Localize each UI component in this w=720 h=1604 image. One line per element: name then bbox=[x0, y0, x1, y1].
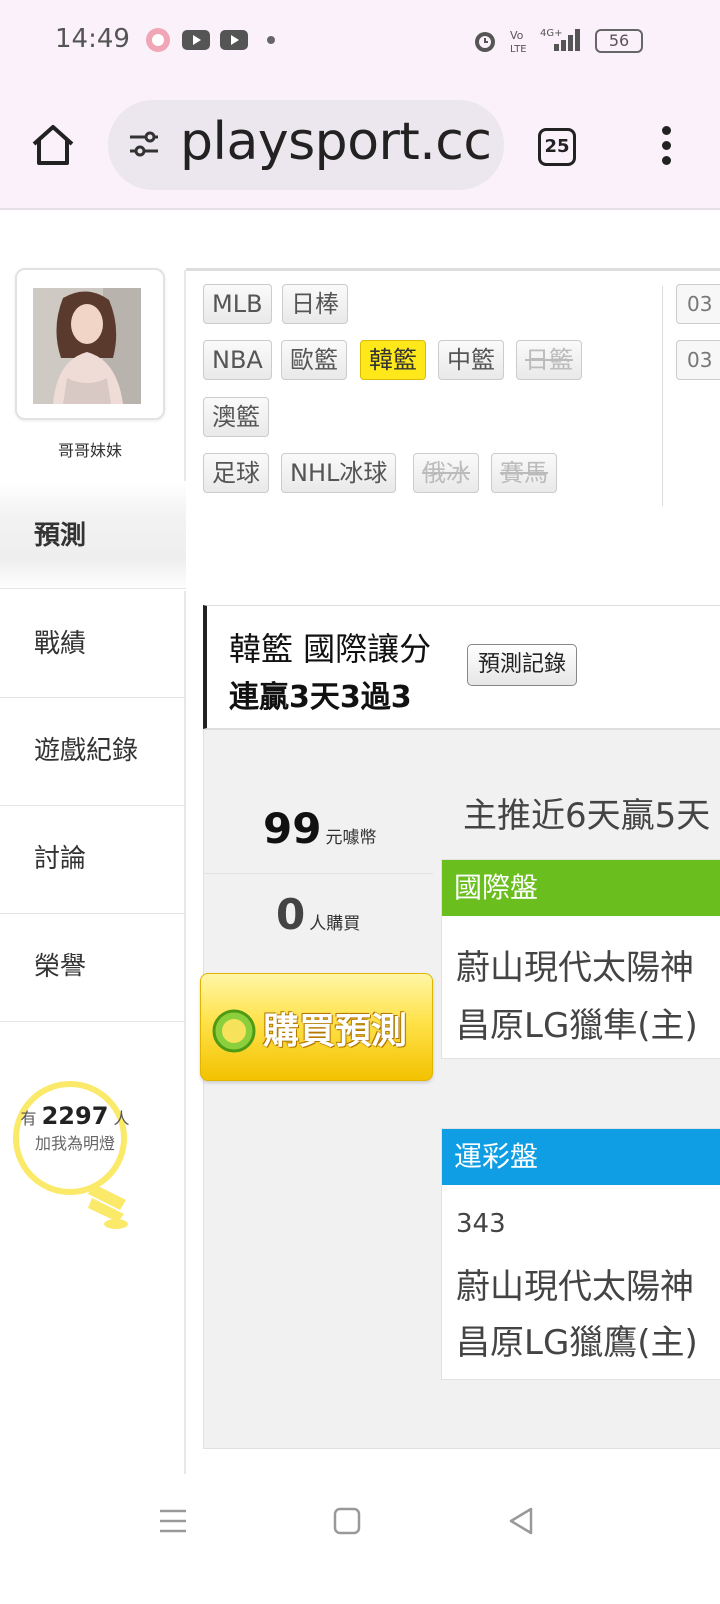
tab-npb[interactable]: 日棒 bbox=[282, 284, 348, 324]
avatar[interactable] bbox=[15, 268, 165, 420]
card-header: 運彩盤 bbox=[442, 1129, 720, 1185]
team-home: 昌原LG獵鷹(主) bbox=[456, 1323, 698, 1363]
tab-soccer[interactable]: 足球 bbox=[203, 453, 269, 493]
tab-switcher-button[interactable]: 25 bbox=[538, 128, 576, 166]
tabs-divider bbox=[662, 286, 663, 506]
date-button[interactable]: 03 bbox=[676, 284, 720, 324]
alarm-icon bbox=[475, 32, 495, 52]
fans-label[interactable]: 加我為明燈 bbox=[20, 1130, 130, 1154]
tab-nhl[interactable]: NHL冰球 bbox=[281, 453, 397, 493]
tab-japan-basketball: 日籃 bbox=[516, 340, 582, 380]
back-icon[interactable] bbox=[506, 1506, 536, 1536]
volte-icon: Vo LTE bbox=[510, 29, 527, 54]
avatar-photo bbox=[33, 288, 141, 404]
sidebar-item-game-log[interactable]: 遊戲紀錄 bbox=[0, 696, 186, 806]
profile-name: 哥哥妹妹 bbox=[57, 441, 122, 460]
team-away: 蔚山現代太陽神 bbox=[456, 948, 694, 988]
site-settings-icon[interactable] bbox=[126, 126, 162, 162]
team-home: 昌原LG獵隼(主) bbox=[456, 1006, 698, 1046]
browser-menu-icon[interactable] bbox=[660, 126, 672, 168]
battery-icon: 56 bbox=[595, 29, 643, 53]
tab-mlb[interactable]: MLB bbox=[203, 284, 272, 324]
tab-horse-racing: 賽馬 bbox=[491, 453, 557, 493]
tab-korea-basketball[interactable]: 韓籃 bbox=[360, 340, 426, 380]
buy-prediction-button[interactable]: 購買預測 bbox=[200, 973, 433, 1081]
coin-icon bbox=[212, 1009, 256, 1053]
app-notification-icon bbox=[146, 28, 170, 52]
game-number: 343 bbox=[456, 1209, 506, 1239]
youtube-icon-2 bbox=[220, 30, 248, 50]
url-bar[interactable]: playsport.cc bbox=[108, 100, 504, 190]
sidebar-item-predictions[interactable]: 預測 bbox=[0, 481, 186, 591]
home-icon[interactable] bbox=[30, 122, 76, 168]
divider bbox=[203, 873, 433, 874]
intl-odds-card[interactable]: 國際盤 蔚山現代太陽神 昌原LG獵隼(主) bbox=[441, 859, 720, 1059]
sidebar-item-record[interactable]: 戰績 bbox=[0, 588, 186, 698]
svg-text:4G+: 4G+ bbox=[540, 28, 563, 39]
prediction-streak-summary: 連贏3天3過3 bbox=[229, 680, 412, 715]
tab-china-basketball[interactable]: 中籃 bbox=[438, 340, 504, 380]
svg-text:LTE: LTE bbox=[510, 44, 527, 54]
signal-icon: 4G+ bbox=[540, 28, 580, 51]
more-notifications-icon bbox=[267, 36, 275, 44]
prediction-header: 韓籃 國際讓分 連贏3天3過3 預測記錄 bbox=[203, 605, 720, 729]
buy-prediction-label: 購買預測 bbox=[263, 1011, 408, 1052]
recent-apps-icon[interactable] bbox=[158, 1506, 188, 1536]
tab-aus-basketball[interactable]: 澳籃 bbox=[203, 397, 269, 437]
prediction-title: 韓籃 國際讓分 bbox=[229, 630, 432, 668]
browser-chrome: 14:49 Vo LTE 4G+ 56 playsport.cc 25 bbox=[0, 0, 720, 210]
date-button[interactable]: 03 bbox=[676, 340, 720, 380]
status-time: 14:49 bbox=[55, 24, 130, 54]
streak-text: 主推近6天贏5天 bbox=[463, 796, 711, 836]
card-header: 國際盤 bbox=[442, 860, 720, 916]
buyer-count: 0 人購買 bbox=[276, 890, 361, 939]
sports-lottery-card[interactable]: 運彩盤 343 蔚山現代太陽神 昌原LG獵鷹(主) bbox=[441, 1128, 720, 1380]
team-away: 蔚山現代太陽神 bbox=[456, 1267, 694, 1307]
tab-nba[interactable]: NBA bbox=[203, 340, 272, 380]
tab-russia-hockey: 俄冰 bbox=[413, 453, 479, 493]
prediction-record-button[interactable]: 預測記錄 bbox=[467, 644, 578, 686]
home-nav-icon[interactable] bbox=[332, 1506, 362, 1536]
system-nav-bar bbox=[0, 1474, 720, 1604]
sidebar-item-honors[interactable]: 榮譽 bbox=[0, 912, 186, 1022]
tab-euro-basketball[interactable]: 歐籃 bbox=[281, 340, 347, 380]
price: 99 元噱幣 bbox=[263, 804, 377, 853]
youtube-icon bbox=[182, 30, 210, 50]
svg-text:Vo: Vo bbox=[510, 29, 524, 42]
sidebar-item-discussion[interactable]: 討論 bbox=[0, 804, 186, 914]
fans-count: 有 2297 人 bbox=[20, 1102, 130, 1130]
url-text: playsport.cc bbox=[180, 112, 492, 172]
